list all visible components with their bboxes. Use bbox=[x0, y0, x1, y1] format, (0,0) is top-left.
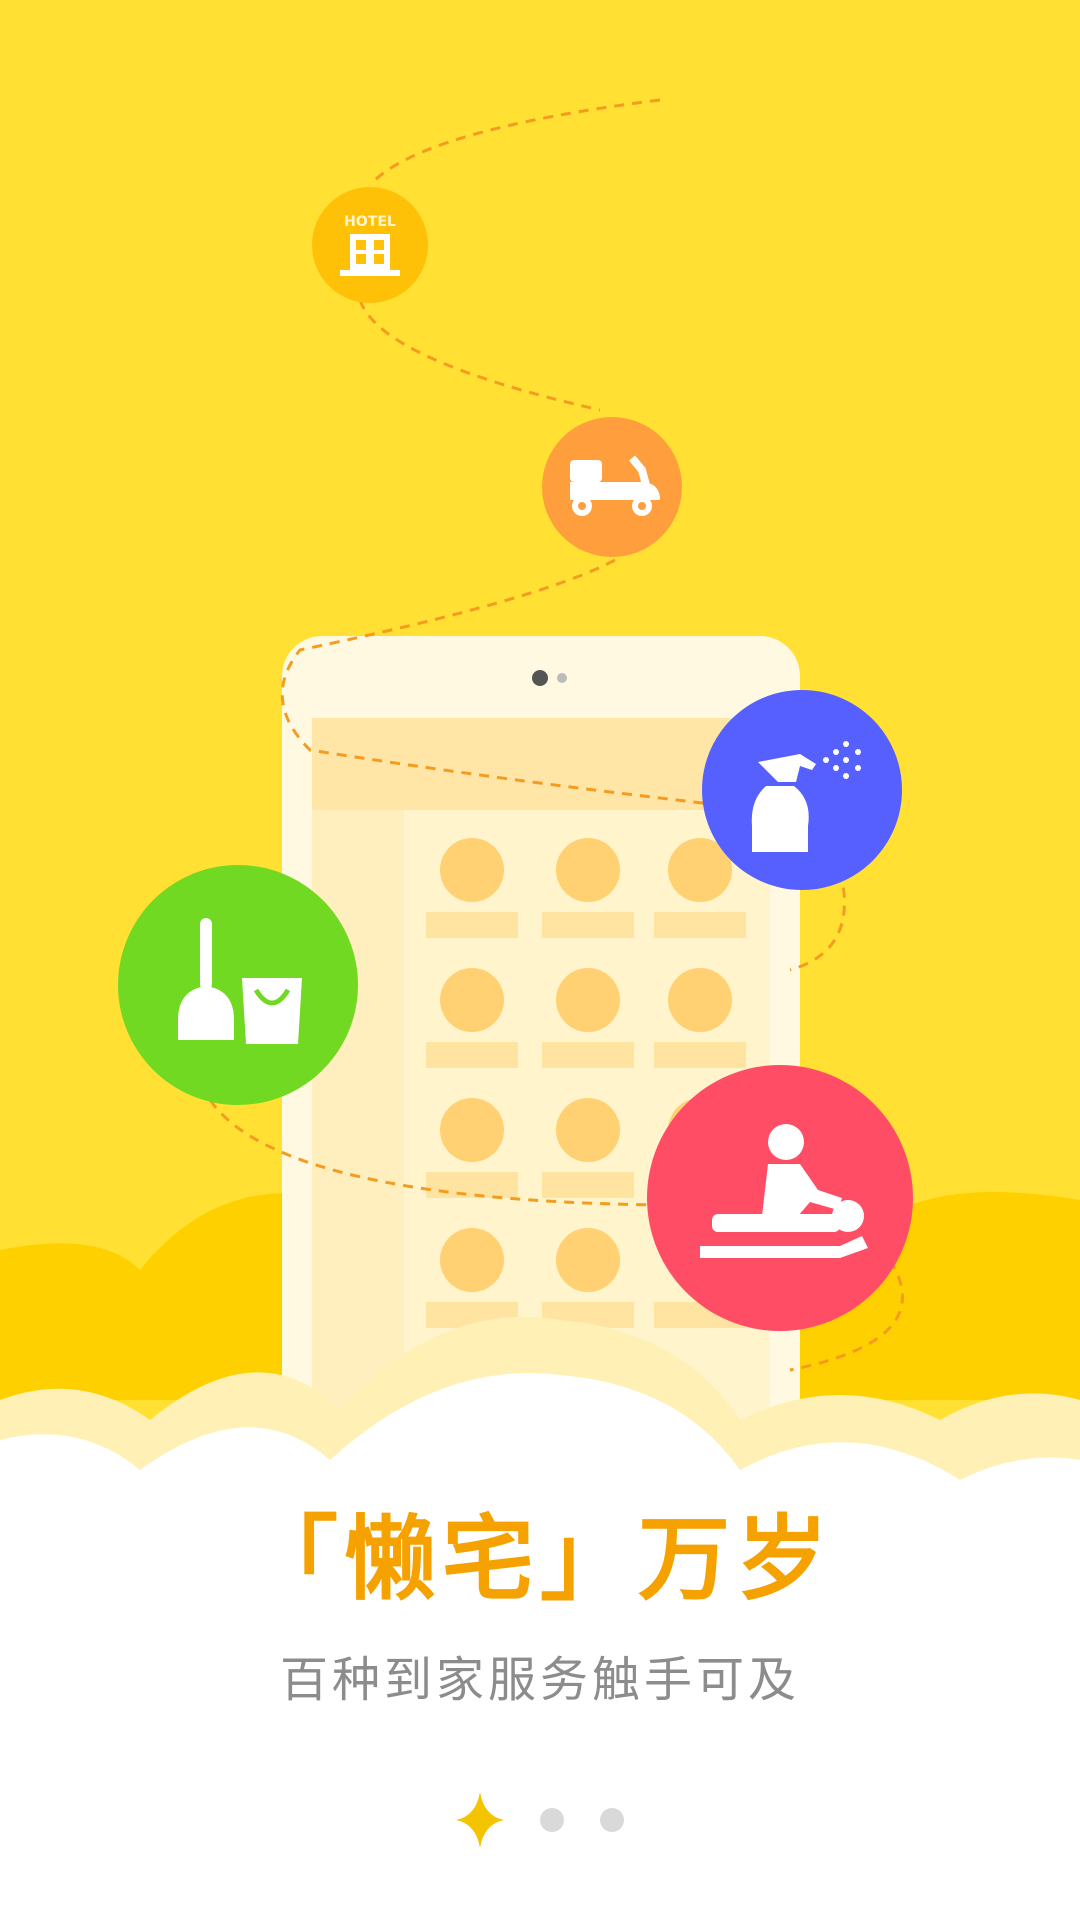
grid-icon-placeholder bbox=[556, 838, 620, 902]
grid-icon-placeholder bbox=[556, 968, 620, 1032]
page-indicator-dot-2[interactable] bbox=[540, 1808, 564, 1832]
page-indicator-dot-3[interactable] bbox=[600, 1808, 624, 1832]
grid-icon-placeholder bbox=[668, 968, 732, 1032]
grid-icon-placeholder bbox=[556, 1098, 620, 1162]
grid-icon-placeholder bbox=[440, 1098, 504, 1162]
grid-icon-placeholder bbox=[440, 838, 504, 902]
grid-icon-placeholder bbox=[440, 1228, 504, 1292]
headline: 「懒宅」万岁 bbox=[245, 1506, 834, 1613]
grid-icon-placeholder bbox=[440, 968, 504, 1032]
service-housekeeping bbox=[118, 865, 358, 1105]
service-cleaning-spray bbox=[702, 690, 902, 890]
service-hotel: HOTEL bbox=[312, 187, 428, 303]
grid-label-placeholder bbox=[654, 1042, 746, 1068]
grid-label-placeholder bbox=[426, 1172, 518, 1198]
page-indicator bbox=[0, 1790, 1080, 1850]
grid-label-placeholder bbox=[426, 1042, 518, 1068]
illustration: HOTEL bbox=[0, 98, 1080, 1920]
subheadline: 百种到家服务触手可及 bbox=[279, 1652, 800, 1708]
grid-label-placeholder bbox=[542, 912, 634, 938]
grid-label-placeholder bbox=[542, 1042, 634, 1068]
service-delivery bbox=[542, 417, 682, 557]
grid-label-placeholder bbox=[542, 1172, 634, 1198]
headline-container: 「懒宅」万岁 bbox=[0, 1500, 1080, 1620]
page-indicator-active-star-icon[interactable] bbox=[456, 1792, 504, 1848]
grid-label-placeholder bbox=[426, 912, 518, 938]
grid-label-placeholder bbox=[654, 912, 746, 938]
grid-icon-placeholder bbox=[556, 1228, 620, 1292]
hotel-label: HOTEL bbox=[344, 214, 396, 230]
service-massage bbox=[647, 1065, 913, 1331]
